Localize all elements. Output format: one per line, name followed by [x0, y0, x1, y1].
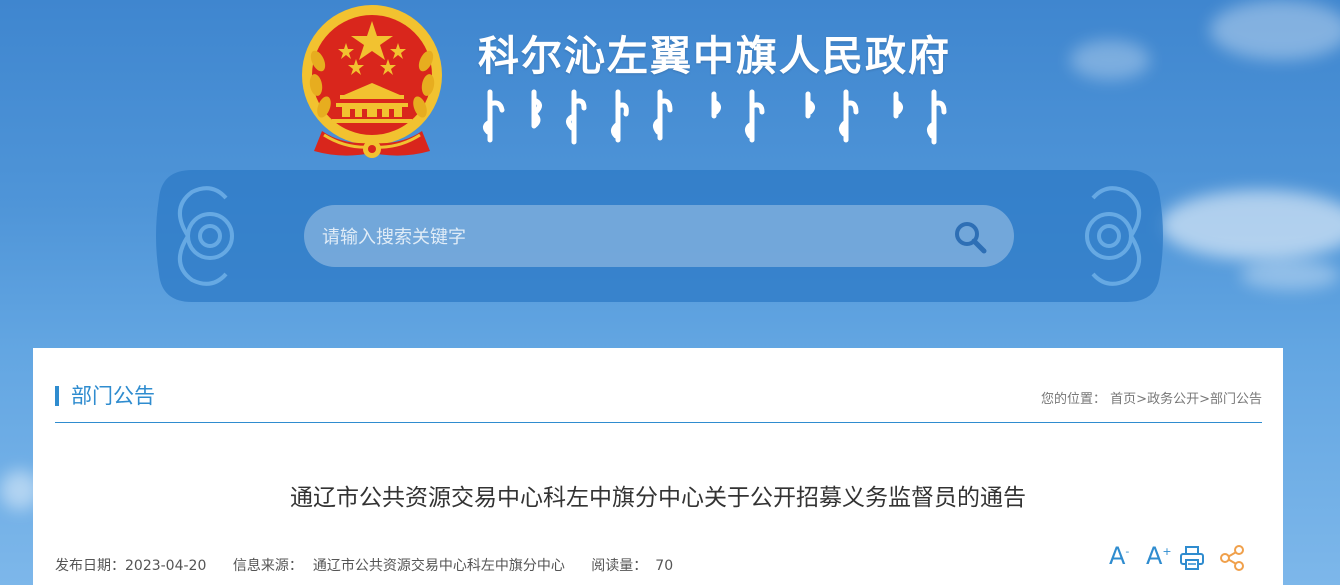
search-box: [304, 205, 1014, 269]
info-source: 信息来源： 通辽市公共资源交易中心科左中旗分中心: [233, 558, 565, 574]
breadcrumb: 您的位置： 首页>政务公开>部门公告: [1041, 388, 1262, 407]
read-count: 阅读量： 70: [591, 558, 673, 574]
breadcrumb-separator: >: [1199, 392, 1210, 407]
content-panel: 部门公告 您的位置： 首页>政务公开>部门公告 通辽市公共资源交易中心科左中旗分…: [33, 348, 1283, 585]
font-decrease-button[interactable]: A-: [1109, 542, 1129, 570]
search-input[interactable]: [320, 205, 924, 269]
font-decrease-mark: -: [1125, 545, 1130, 558]
read-count-label: 阅读量：: [591, 558, 648, 574]
breadcrumb-government-affairs-link[interactable]: 政务公开: [1147, 392, 1199, 407]
info-source-value: 通辽市公共资源交易中心科左中旗分中心: [312, 558, 565, 574]
breadcrumb-department-notices-link[interactable]: 部门公告: [1210, 392, 1262, 407]
info-source-label: 信息来源：: [232, 558, 303, 574]
print-icon[interactable]: [1179, 545, 1205, 571]
article-meta: 发布日期：2023-04-20 信息来源： 通辽市公共资源交易中心科左中旗分中心 …: [55, 555, 695, 575]
background-cloud: [1070, 40, 1150, 80]
mongolian-script-title-logo: [482, 89, 947, 145]
font-increase-glyph: A: [1146, 542, 1163, 570]
search-button[interactable]: [950, 217, 990, 257]
publish-date: 发布日期：2023-04-20: [55, 558, 206, 574]
publish-date-label: 发布日期：: [55, 558, 125, 574]
font-increase-mark: +: [1162, 545, 1172, 558]
site-title: 科尔沁左翼中旗人民政府: [478, 32, 951, 80]
section-accent-bar: [55, 386, 59, 406]
background-cloud: [1160, 190, 1340, 260]
breadcrumb-label: 您的位置：: [1040, 392, 1106, 407]
breadcrumb-home-link[interactable]: 首页: [1110, 392, 1136, 407]
section-header: 部门公告 您的位置： 首页>政务公开>部门公告: [55, 376, 1262, 423]
breadcrumb-separator: >: [1136, 392, 1148, 407]
national-emblem-logo: [302, 5, 442, 158]
search-icon: [955, 222, 987, 254]
background-cloud: [1210, 0, 1340, 60]
background-cloud: [1240, 260, 1340, 290]
font-increase-button[interactable]: A+: [1146, 542, 1172, 570]
share-icon[interactable]: [1219, 545, 1245, 571]
article-title: 通辽市公共资源交易中心科左中旗分中心关于公开招募义务监督员的通告: [290, 485, 1026, 511]
section-title: 部门公告: [71, 384, 155, 408]
font-decrease-glyph: A: [1109, 542, 1126, 570]
publish-date-value: 2023-04-20: [125, 558, 207, 574]
article-tools: A- A+: [1109, 542, 1249, 574]
read-count-value: 70: [655, 558, 674, 574]
